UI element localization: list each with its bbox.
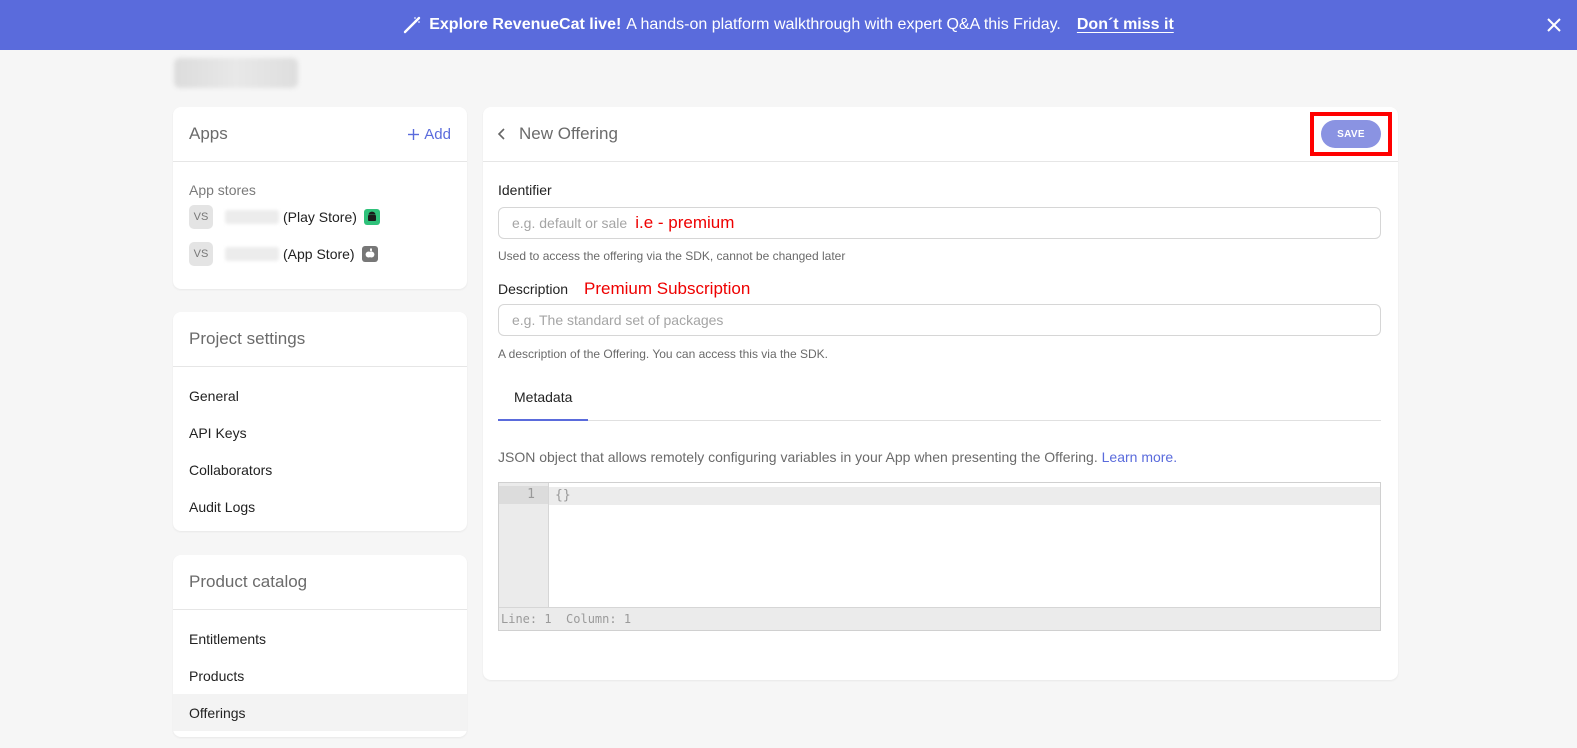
add-app-button[interactable]: Add	[408, 126, 451, 143]
identifier-placeholder: e.g. default or sale	[512, 215, 628, 231]
json-editor[interactable]: 1 {} Line: 1 Column: 1	[498, 482, 1381, 631]
app-name-redacted	[225, 246, 279, 261]
editor-gutter: 1	[499, 483, 549, 608]
app-name-redacted	[225, 209, 279, 224]
editor-code-line[interactable]: {}	[549, 487, 1380, 505]
description-placeholder: e.g. The standard set of packages	[512, 312, 724, 328]
save-highlight-box: SAVE	[1310, 112, 1392, 156]
add-app-label: Add	[424, 125, 451, 143]
apps-header: Apps Add	[173, 107, 467, 162]
project-settings-title: Project settings	[189, 329, 306, 348]
metadata-description: JSON object that allows remotely configu…	[498, 449, 1177, 465]
apps-title: Apps	[189, 124, 228, 143]
nav-collaborators[interactable]: Collaborators	[173, 451, 467, 488]
metadata-description-text: JSON object that allows remotely configu…	[498, 449, 1098, 465]
product-catalog-card: Product catalog Entitlements Products Of…	[173, 555, 467, 737]
app-store-label: (Play Store)	[283, 208, 357, 225]
description-annotation: Premium Subscription	[584, 279, 751, 298]
page-title: New Offering	[519, 124, 618, 143]
offering-header: New Offering SAVE	[483, 107, 1398, 162]
editor-status-bar: Line: 1 Column: 1	[499, 607, 1380, 630]
description-label-row: Description Premium Subscription	[498, 279, 750, 299]
app-avatar: VS	[189, 204, 213, 229]
banner-headline: Explore RevenueCat live!	[429, 16, 622, 33]
offering-tabs: Metadata	[498, 375, 1381, 421]
product-catalog-title: Product catalog	[189, 572, 308, 591]
identifier-annotation: i.e - premium	[635, 213, 735, 232]
app-item-app-store[interactable]: VS (App Store)	[173, 235, 467, 272]
nav-audit-logs[interactable]: Audit Logs	[173, 488, 467, 525]
description-input[interactable]: e.g. The standard set of packages	[498, 304, 1381, 336]
nav-general[interactable]: General	[173, 377, 467, 414]
close-icon[interactable]	[1543, 14, 1565, 36]
identifier-label: Identifier	[498, 182, 552, 198]
project-logo[interactable]	[174, 58, 298, 88]
nav-products[interactable]: Products	[173, 657, 467, 694]
nav-offerings[interactable]: Offerings	[173, 694, 467, 731]
apple-icon	[361, 245, 378, 262]
back-chevron-icon[interactable]	[497, 127, 507, 141]
apps-card: Apps Add App stores VS (Play Store) VS (…	[173, 107, 467, 289]
save-button[interactable]: SAVE	[1321, 120, 1381, 148]
app-item-play-store[interactable]: VS (Play Store)	[173, 198, 467, 235]
new-offering-panel: New Offering SAVE Identifier e.g. defaul…	[483, 107, 1398, 680]
plus-icon	[408, 128, 420, 140]
project-settings-card: Project settings General API Keys Collab…	[173, 312, 467, 531]
identifier-help: Used to access the offering via the SDK,…	[498, 249, 846, 263]
project-settings-header: Project settings	[173, 312, 467, 367]
nav-entitlements[interactable]: Entitlements	[173, 620, 467, 657]
tab-metadata[interactable]: Metadata	[498, 375, 589, 421]
announcement-banner: Explore RevenueCat live! A hands-on plat…	[0, 0, 1577, 50]
banner-cta-link[interactable]: Don´t miss it	[1077, 16, 1174, 34]
line-number: 1	[499, 486, 548, 504]
banner-text: A hands-on platform walkthrough with exp…	[626, 16, 1061, 33]
description-label: Description	[498, 281, 569, 297]
app-store-label: (App Store)	[283, 245, 355, 262]
description-help: A description of the Offering. You can a…	[498, 347, 828, 361]
learn-more-link[interactable]: Learn more.	[1102, 449, 1177, 465]
magic-wand-icon	[403, 16, 421, 34]
product-catalog-header: Product catalog	[173, 555, 467, 610]
nav-api-keys[interactable]: API Keys	[173, 414, 467, 451]
identifier-input[interactable]: e.g. default or sale i.e - premium	[498, 207, 1381, 239]
android-icon	[363, 208, 380, 225]
app-stores-label: App stores	[189, 182, 256, 198]
app-avatar: VS	[189, 241, 213, 266]
